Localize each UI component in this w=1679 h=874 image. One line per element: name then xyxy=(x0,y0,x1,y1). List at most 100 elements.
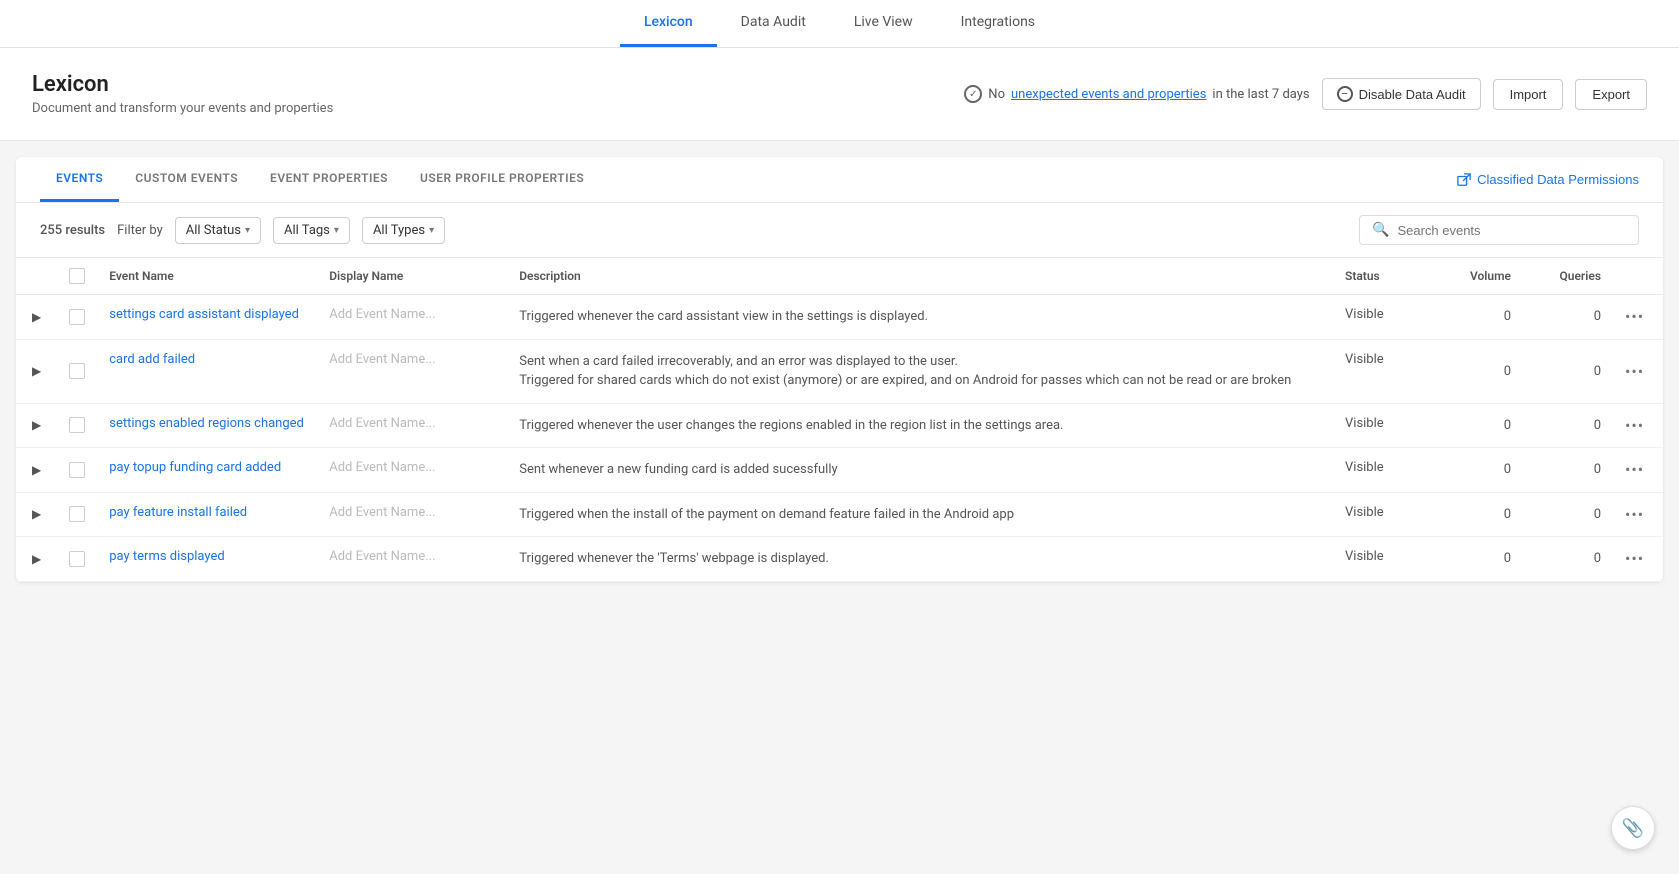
status-badge: Visible xyxy=(1345,460,1384,475)
display-name-placeholder[interactable]: Add Event Name... xyxy=(329,549,435,564)
nav-tab-live-view[interactable]: Live View xyxy=(830,0,937,47)
disable-data-audit-button[interactable]: − Disable Data Audit xyxy=(1322,78,1481,110)
content-card: Events Custom Events Event Properties Us… xyxy=(16,157,1663,582)
event-name-link[interactable]: settings enabled regions changed xyxy=(109,416,304,431)
event-name-link[interactable]: pay topup funding card added xyxy=(109,460,281,475)
row-checkbox[interactable] xyxy=(69,462,85,478)
status-badge: Visible xyxy=(1345,307,1384,322)
all-status-dropdown[interactable]: All Status ▾ xyxy=(175,217,261,244)
nav-tab-integrations[interactable]: Integrations xyxy=(937,0,1059,47)
minus-circle-icon: − xyxy=(1337,86,1353,102)
row-actions-menu[interactable]: ••• xyxy=(1625,416,1644,435)
page-title: Lexicon xyxy=(32,72,333,97)
classified-data-permissions-button[interactable]: Classified Data Permissions xyxy=(1457,172,1639,187)
row-actions-menu[interactable]: ••• xyxy=(1625,505,1644,524)
header-left: Lexicon Document and transform your even… xyxy=(32,72,333,116)
all-tags-dropdown[interactable]: All Tags ▾ xyxy=(273,217,350,244)
event-name-link[interactable]: card add failed xyxy=(109,352,195,367)
queries-value: 0 xyxy=(1594,507,1601,522)
events-table-wrap: Event Name Display Name Description Stat… xyxy=(16,258,1663,582)
table-header: Event Name Display Name Description Stat… xyxy=(16,258,1663,295)
results-count: 255 results xyxy=(40,223,105,238)
expand-row-button[interactable]: ▶ xyxy=(28,416,45,434)
all-types-dropdown[interactable]: All Types ▾ xyxy=(362,217,445,244)
row-checkbox[interactable] xyxy=(69,506,85,522)
expand-row-button[interactable]: ▶ xyxy=(28,362,45,380)
no-unexpected-notice: ✓ No unexpected events and properties in… xyxy=(964,85,1309,103)
queries-value: 0 xyxy=(1594,551,1601,566)
unexpected-events-link[interactable]: unexpected events and properties xyxy=(1011,87,1206,102)
col-description-header: Description xyxy=(507,258,1333,295)
table-row: ▶ settings enabled regions changed Add E… xyxy=(16,403,1663,448)
export-button[interactable]: Export xyxy=(1575,79,1647,110)
event-name-link[interactable]: pay feature install failed xyxy=(109,505,247,520)
table-row: ▶ pay feature install failed Add Event N… xyxy=(16,492,1663,537)
no-unexpected-prefix: No xyxy=(988,87,1005,102)
description-text: Sent when a card failed irrecoverably, a… xyxy=(519,354,1291,389)
col-check-header xyxy=(57,258,97,295)
row-actions-menu[interactable]: ••• xyxy=(1625,307,1644,326)
nav-tab-lexicon[interactable]: Lexicon xyxy=(620,0,717,47)
page-subtitle: Document and transform your events and p… xyxy=(32,101,333,116)
search-input[interactable] xyxy=(1397,223,1626,238)
col-event-name-header: Event Name xyxy=(97,258,317,295)
row-checkbox[interactable] xyxy=(69,417,85,433)
description-text: Triggered whenever the user changes the … xyxy=(519,418,1063,433)
volume-value: 0 xyxy=(1504,462,1511,477)
no-unexpected-suffix: in the last 7 days xyxy=(1212,87,1309,102)
col-display-name-header: Display Name xyxy=(317,258,507,295)
display-name-placeholder[interactable]: Add Event Name... xyxy=(329,505,435,520)
event-name-link[interactable]: settings card assistant displayed xyxy=(109,307,299,322)
volume-value: 0 xyxy=(1504,364,1511,379)
table-body: ▶ settings card assistant displayed Add … xyxy=(16,295,1663,582)
subtab-events[interactable]: Events xyxy=(40,157,119,202)
volume-value: 0 xyxy=(1504,507,1511,522)
subtab-user-profile-properties[interactable]: User Profile Properties xyxy=(404,157,600,202)
row-checkbox[interactable] xyxy=(69,551,85,567)
volume-value: 0 xyxy=(1504,418,1511,433)
expand-row-button[interactable]: ▶ xyxy=(28,550,45,568)
display-name-placeholder[interactable]: Add Event Name... xyxy=(329,416,435,431)
status-badge: Visible xyxy=(1345,549,1384,564)
search-box: 🔍 xyxy=(1359,215,1639,245)
nav-tab-data-audit[interactable]: Data Audit xyxy=(717,0,830,47)
table-row: ▶ card add failed Add Event Name... Sent… xyxy=(16,339,1663,403)
status-badge: Visible xyxy=(1345,416,1384,431)
top-navigation: Lexicon Data Audit Live View Integration… xyxy=(0,0,1679,48)
select-all-checkbox[interactable] xyxy=(69,268,85,284)
display-name-placeholder[interactable]: Add Event Name... xyxy=(329,307,435,322)
row-checkbox[interactable] xyxy=(69,309,85,325)
table-row: ▶ pay terms displayed Add Event Name... … xyxy=(16,537,1663,582)
col-volume-header: Volume xyxy=(1433,258,1523,295)
external-link-icon xyxy=(1457,173,1471,187)
col-status-header: Status xyxy=(1333,258,1433,295)
import-button[interactable]: Import xyxy=(1493,79,1564,110)
expand-row-button[interactable]: ▶ xyxy=(28,308,45,326)
chevron-down-icon: ▾ xyxy=(429,225,434,236)
description-text: Triggered whenever the card assistant vi… xyxy=(519,309,928,324)
row-checkbox[interactable] xyxy=(69,363,85,379)
event-name-link[interactable]: pay terms displayed xyxy=(109,549,224,564)
row-actions-menu[interactable]: ••• xyxy=(1625,460,1644,479)
paperclip-fab-button[interactable]: 📎 xyxy=(1611,806,1655,850)
expand-row-button[interactable]: ▶ xyxy=(28,505,45,523)
expand-row-button[interactable]: ▶ xyxy=(28,461,45,479)
display-name-placeholder[interactable]: Add Event Name... xyxy=(329,352,435,367)
subtab-event-properties[interactable]: Event Properties xyxy=(254,157,404,202)
chevron-down-icon: ▾ xyxy=(245,225,250,236)
page-header: Lexicon Document and transform your even… xyxy=(0,48,1679,141)
description-text: Sent whenever a new funding card is adde… xyxy=(519,462,837,477)
events-table: Event Name Display Name Description Stat… xyxy=(16,258,1663,582)
search-icon: 🔍 xyxy=(1372,222,1389,238)
queries-value: 0 xyxy=(1594,462,1601,477)
row-actions-menu[interactable]: ••• xyxy=(1625,362,1644,381)
display-name-placeholder[interactable]: Add Event Name... xyxy=(329,460,435,475)
queries-value: 0 xyxy=(1594,418,1601,433)
filters-bar: 255 results Filter by All Status ▾ All T… xyxy=(16,203,1663,258)
table-row: ▶ pay topup funding card added Add Event… xyxy=(16,448,1663,493)
subtab-custom-events[interactable]: Custom Events xyxy=(119,157,254,202)
row-actions-menu[interactable]: ••• xyxy=(1625,549,1644,568)
header-right: ✓ No unexpected events and properties in… xyxy=(964,78,1647,110)
table-row: ▶ settings card assistant displayed Add … xyxy=(16,295,1663,340)
col-queries-header: Queries xyxy=(1523,258,1613,295)
